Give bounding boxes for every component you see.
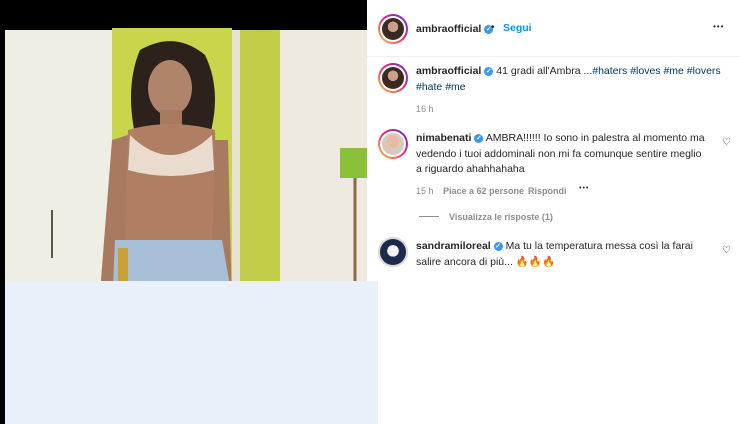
comment-line-2: vedendo i tuoi addominali non mi fa comu… (416, 147, 702, 160)
caption-hashtags-2[interactable]: #hate #me (416, 81, 466, 93)
comment-time[interactable]: 15 h (416, 186, 434, 196)
caption-verified-icon: ✓ (484, 66, 494, 76)
post-timestamp[interactable]: 16 h (416, 104, 434, 114)
reply-button[interactable]: Rispondi (528, 186, 567, 196)
caption-author-avatar[interactable] (378, 63, 408, 93)
author-username[interactable]: ambraofficial ✓ (416, 23, 494, 35)
separator-dot: • (491, 22, 495, 33)
post-panel: ambraofficial ✓ • Segui ••• ambraofficial… (367, 0, 740, 424)
comment-2-line-2: salire ancora di più... 🔥🔥🔥 (416, 255, 556, 268)
caption-text: 41 gradi all'Ambra ... (496, 65, 593, 77)
comment-likes[interactable]: Piace a 62 persone (443, 186, 524, 196)
replies-divider (419, 216, 439, 217)
comment-text-block-2: sandramiloreal ✓ Ma tu la temperatura mes… (416, 239, 716, 270)
comment-avatar-2[interactable] (378, 237, 408, 267)
comment-username-2[interactable]: sandramiloreal (416, 240, 491, 252)
author-username-text[interactable]: ambraofficial (416, 23, 481, 35)
comment-more-icon[interactable]: ••• (579, 185, 589, 192)
comment-username[interactable]: nimabenati (416, 132, 471, 144)
comment-2-line-1: Ma tu la temperatura messa così la farai (505, 240, 693, 252)
caption-author-name[interactable]: ambraofficial (416, 65, 481, 77)
caption-hashtags[interactable]: #haters #loves #me #lovers (592, 65, 720, 77)
post-caption: ambraofficial ✓ 41 gradi all'Ambra ...#ha… (416, 64, 726, 95)
author-avatar[interactable] (378, 14, 408, 44)
comment-line-1: AMBRA!!!!!! Io sono in palestra al momen… (485, 132, 705, 144)
selection-overlay (5, 281, 378, 424)
comment-line-3: a riguardo ahahhahaha (416, 163, 525, 175)
like-comment-icon[interactable]: ♡ (722, 137, 731, 148)
like-comment-icon-2[interactable]: ♡ (722, 245, 731, 256)
post-header: ambraofficial ✓ • Segui ••• (367, 0, 740, 57)
view-replies-button[interactable]: Visualizza le risposte (1) (449, 212, 553, 222)
comment-verified-icon-2: ✓ (493, 241, 503, 251)
comment-text-block: nimabenati ✓ AMBRA!!!!!! Io sono in pales… (416, 131, 716, 178)
follow-button[interactable]: Segui (503, 22, 532, 34)
more-options-icon[interactable]: ••• (713, 22, 724, 31)
comment-verified-icon: ✓ (474, 133, 484, 143)
comment-avatar[interactable] (378, 129, 408, 159)
